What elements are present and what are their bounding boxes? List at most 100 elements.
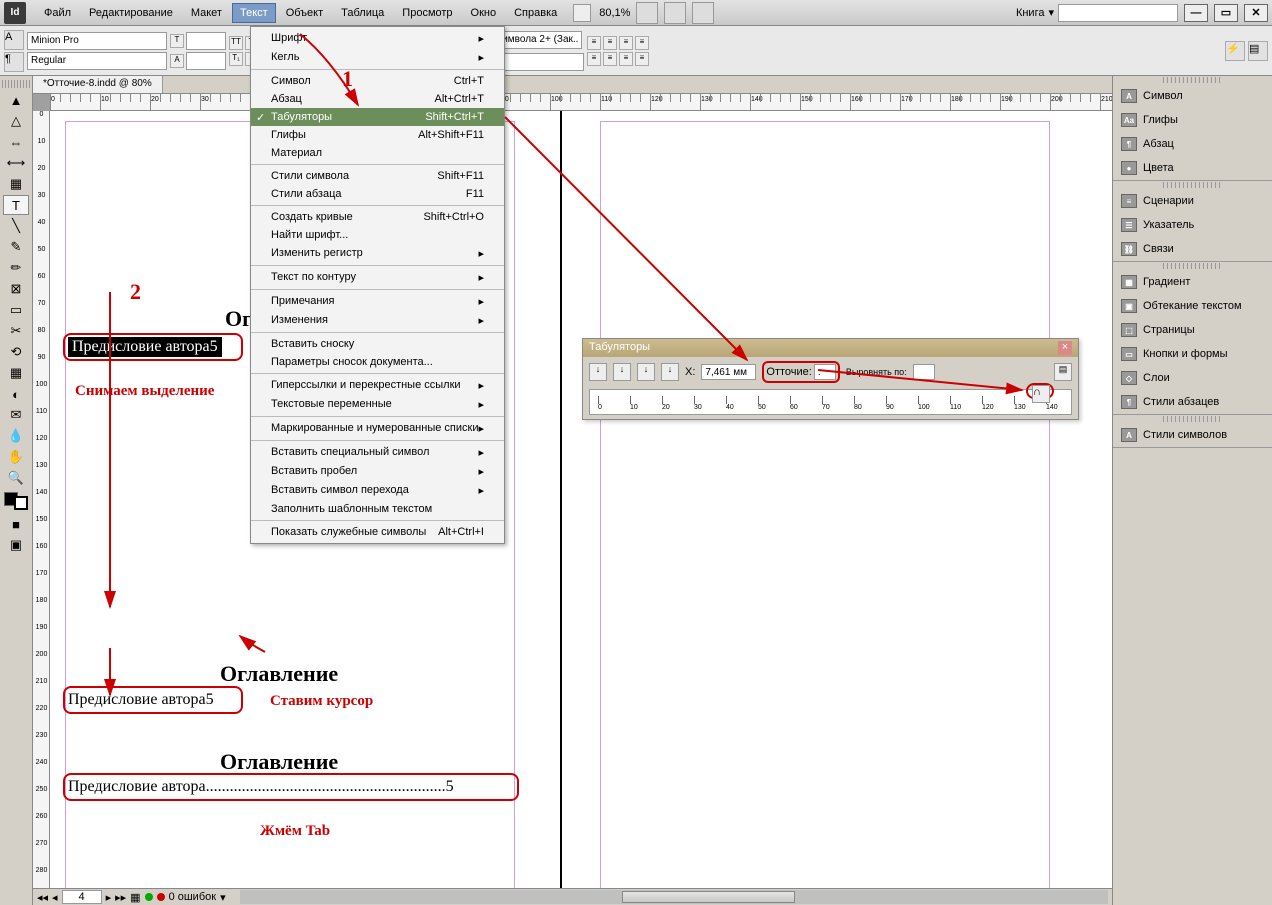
pencil-tool[interactable]: ✏: [3, 258, 29, 278]
view-icon-1[interactable]: [636, 2, 658, 24]
menu-item-параметры-сносок-документа-[interactable]: Параметры сносок документа...: [251, 353, 504, 371]
fill-stroke-swatch[interactable]: [4, 492, 28, 510]
menu-layout[interactable]: Макет: [183, 3, 230, 23]
horizontal-ruler[interactable]: 0102030405060708090100110120130140150160…: [50, 94, 1112, 111]
menu-item-маркированные-и-нумерованные-списки[interactable]: Маркированные и нумерованные списки▸: [251, 419, 504, 438]
align-jr-button[interactable]: ≡: [619, 52, 633, 66]
workspace-label[interactable]: Книга: [1016, 7, 1045, 19]
quickapply-button[interactable]: ⚡: [1225, 41, 1245, 61]
canvas[interactable]: Огл Предисловие автора5 Оглавление Преди…: [50, 111, 1112, 888]
panel-абзац[interactable]: ¶Абзац: [1113, 132, 1272, 156]
menu-help[interactable]: Справка: [506, 3, 565, 23]
chevron-down-icon[interactable]: ▾: [1048, 6, 1054, 19]
menu-item-табуляторы[interactable]: ✓ТабуляторыShift+Ctrl+T: [251, 108, 504, 126]
page-number-input[interactable]: [62, 890, 102, 904]
frame-tool[interactable]: ⊠: [3, 279, 29, 299]
errors-label[interactable]: 0 ошибок: [169, 891, 217, 903]
page-next-button[interactable]: ▸▸: [115, 891, 126, 904]
panel-слои[interactable]: ◇Слои: [1113, 366, 1272, 390]
align-on-input[interactable]: [913, 364, 935, 380]
menu-table[interactable]: Таблица: [333, 3, 392, 23]
menu-item-стили-символа[interactable]: Стили символаShift+F11: [251, 167, 504, 185]
panel-указатель[interactable]: ☰Указатель: [1113, 213, 1272, 237]
view-icon-2[interactable]: [664, 2, 686, 24]
apply-color-button[interactable]: ■: [3, 514, 29, 534]
pen-tool[interactable]: ✎: [3, 237, 29, 257]
tab-right-button[interactable]: ↓: [637, 363, 655, 381]
line-tool[interactable]: ╲: [3, 216, 29, 236]
panel-страницы[interactable]: ⬚Страницы: [1113, 318, 1272, 342]
panel-стили-абзацев[interactable]: ¶Стили абзацев: [1113, 390, 1272, 414]
font-style-input[interactable]: [27, 52, 167, 70]
menu-item-шрифт[interactable]: Шрифт▸: [251, 29, 504, 48]
font-size-input[interactable]: [186, 32, 226, 50]
panel-цвета[interactable]: ●Цвета: [1113, 156, 1272, 180]
bridge-icon[interactable]: [573, 4, 591, 22]
menu-item-текстовые-переменные[interactable]: Текстовые переменные▸: [251, 395, 504, 414]
transform-tool[interactable]: ⟲: [3, 342, 29, 362]
page-fwd-button[interactable]: ▸: [106, 891, 112, 904]
gradient-tool[interactable]: ▦: [3, 363, 29, 383]
para-mode-button[interactable]: ¶: [4, 52, 24, 72]
maximize-button[interactable]: ▭: [1214, 4, 1238, 22]
align-jl-button[interactable]: ≡: [587, 52, 601, 66]
status-menu-button[interactable]: ▾: [220, 891, 226, 904]
menu-item-кегль[interactable]: Кегль▸: [251, 48, 504, 67]
menu-window[interactable]: Окно: [463, 3, 505, 23]
menu-item-вставить-специальный-символ[interactable]: Вставить специальный символ▸: [251, 443, 504, 462]
menu-item-примечания[interactable]: Примечания▸: [251, 292, 504, 311]
panel-связи[interactable]: ⛓Связи: [1113, 237, 1272, 261]
content-tool[interactable]: ▦: [3, 174, 29, 194]
hand-tool[interactable]: ✋: [3, 447, 29, 467]
note-tool[interactable]: ✉: [3, 405, 29, 425]
page-tool[interactable]: ⇔: [3, 132, 29, 152]
screen-mode-button[interactable]: ▣: [3, 535, 29, 555]
align-left-button[interactable]: ≡: [587, 36, 601, 50]
tabs-panel-menu-button[interactable]: ▤: [1054, 363, 1072, 381]
rectangle-tool[interactable]: ▭: [3, 300, 29, 320]
controlbar-menu-button[interactable]: ▤: [1248, 41, 1268, 61]
menu-item-вставить-пробел[interactable]: Вставить пробел▸: [251, 462, 504, 481]
horizontal-scrollbar[interactable]: [240, 890, 1108, 904]
selection-tool[interactable]: ▲: [3, 90, 29, 110]
menu-view[interactable]: Просмотр: [394, 3, 460, 23]
scrollbar-thumb[interactable]: [622, 891, 796, 903]
vertical-ruler[interactable]: 0102030405060708090100110120130140150160…: [33, 111, 50, 888]
align-center-button[interactable]: ≡: [603, 36, 617, 50]
align-jf-button[interactable]: ≡: [635, 52, 649, 66]
menu-object[interactable]: Объект: [278, 3, 331, 23]
align-jc-button[interactable]: ≡: [603, 52, 617, 66]
close-button[interactable]: ✕: [1244, 4, 1268, 22]
panel-сценарии[interactable]: ≡Сценарии: [1113, 189, 1272, 213]
menu-item-вставить-символ-перехода[interactable]: Вставить символ перехода▸: [251, 481, 504, 500]
panel-глифы[interactable]: AaГлифы: [1113, 108, 1272, 132]
menu-item-показать-служебные-символы[interactable]: Показать служебные символыAlt+Ctrl+I: [251, 523, 504, 541]
menu-item-текст-по-контуру[interactable]: Текст по контуру▸: [251, 268, 504, 287]
scissors-tool[interactable]: ✂: [3, 321, 29, 341]
menu-item-найти-шрифт-[interactable]: Найти шрифт...: [251, 226, 504, 244]
direct-selection-tool[interactable]: △: [3, 111, 29, 131]
subscript-button[interactable]: T₁: [229, 52, 243, 66]
panel-символ[interactable]: AСимвол: [1113, 84, 1272, 108]
menu-file[interactable]: Файл: [36, 3, 79, 23]
document-tab[interactable]: *Отточие-8.indd @ 80%: [33, 76, 163, 93]
menu-text[interactable]: Текст: [232, 3, 276, 23]
tab-x-input[interactable]: [701, 364, 756, 380]
tabs-panel-ruler[interactable]: 0102030405060708090100110120130140: [589, 389, 1072, 415]
zoom-tool[interactable]: 🔍: [3, 468, 29, 488]
align-justify-button[interactable]: ≡: [635, 36, 649, 50]
eyedropper-tool[interactable]: 💧: [3, 426, 29, 446]
leader-input[interactable]: [814, 364, 836, 380]
gap-tool[interactable]: ⟷: [3, 153, 29, 173]
menu-item-материал[interactable]: Материал: [251, 144, 504, 162]
open-panel-button[interactable]: ▦: [130, 891, 140, 904]
font-family-input[interactable]: [27, 32, 167, 50]
align-right-button[interactable]: ≡: [619, 36, 633, 50]
toolbox-grip[interactable]: [2, 80, 30, 88]
view-icon-3[interactable]: [692, 2, 714, 24]
tab-center-button[interactable]: ↓: [613, 363, 631, 381]
zoom-level[interactable]: 80,1%: [599, 7, 630, 19]
type-tool[interactable]: T: [3, 195, 29, 215]
tab-left-button[interactable]: ↓: [589, 363, 607, 381]
help-search-input[interactable]: [1058, 4, 1178, 22]
